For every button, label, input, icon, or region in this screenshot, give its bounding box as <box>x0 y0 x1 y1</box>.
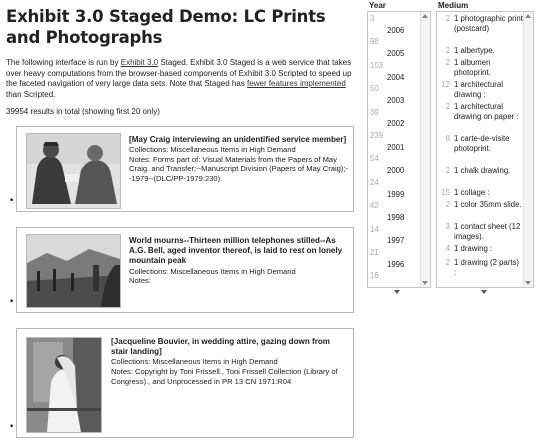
facet-value-count: 3 <box>370 14 375 23</box>
facet-value-label: 1 contact sheet (12 images). <box>454 222 521 241</box>
result-title[interactable]: [Jacqueline Bouvier, in wedding attire, … <box>111 337 349 357</box>
facet-value-label: 1 drawing : <box>454 244 493 253</box>
facet-value-count: 14 <box>370 224 379 234</box>
facet-value-label: 1 architectural drawing : <box>454 80 503 99</box>
facet-value-label: 1 albertype. <box>454 46 495 55</box>
facet-value-count: 2 <box>445 200 450 209</box>
result-thumbnail[interactable] <box>26 234 121 308</box>
scroll-up-icon[interactable] <box>422 14 428 18</box>
result-title[interactable]: World mourns--Thirteen million telephone… <box>129 236 349 267</box>
facet-value-count: 4 <box>445 244 450 253</box>
facet-value-count: 8 <box>445 134 450 143</box>
scroll-up-icon[interactable] <box>525 14 531 18</box>
facet-value-label: 1 architectural drawing on paper : <box>454 102 519 121</box>
facet-value-label: 2000 <box>387 166 405 176</box>
facet-value-label: 1 photographic print (postcard) <box>454 14 523 33</box>
facet-value-label: 1 collage : <box>454 188 490 197</box>
facet-value-count: 21 <box>370 248 379 257</box>
facet-value-label: 1996 <box>387 259 405 269</box>
facet-value-label: 1 chalk drawing. <box>454 166 511 175</box>
year-facet: Year 3 2006 98 2005 103 2004 50 2003 39 2002 239 20… <box>367 0 431 294</box>
facet-value-count: 239 <box>370 131 384 140</box>
intro-text: The following interface is run by <box>6 58 121 67</box>
facet-value-count: 12 <box>441 80 450 89</box>
facet-value-label: 2003 <box>387 95 405 105</box>
list-bullet: • <box>10 195 14 205</box>
fewer-features-link[interactable]: fewer features implemented <box>247 79 346 88</box>
facet-value-count: 2 <box>445 258 450 267</box>
medium-facet-list[interactable]: 2 1 photographic print (postcard) 2 1 alber… <box>436 11 534 288</box>
facet-value-label: 1 carte-de-visite photoprint. <box>454 134 510 153</box>
result-text: [Jacqueline Bouvier, in wedding attire, … <box>111 337 349 386</box>
year-facet-list[interactable]: 3 2006 98 2005 103 2004 50 2003 39 2002 239 2001 54 2… <box>367 11 431 288</box>
photo-thumbnail-icon <box>27 134 120 208</box>
facet-value-label: 2004 <box>387 72 405 82</box>
intro-paragraph: The following interface is run by Exhibi… <box>6 58 352 100</box>
facet-value-count: 3 <box>445 222 450 231</box>
page-title: Exhibit 3.0 Staged Demo: LC Prints and P… <box>6 7 326 47</box>
exhibit-link[interactable]: Exhibit 3.0 <box>121 58 158 67</box>
facet-value-count: 24 <box>370 177 379 187</box>
result-notes: Notes: Forms part of: Visual Materials f… <box>129 154 349 183</box>
facet-value-label: 2001 <box>387 142 405 152</box>
photo-thumbnail-icon <box>27 235 120 307</box>
year-facet-scrollbar[interactable] <box>420 12 430 287</box>
scroll-down-icon[interactable] <box>525 281 531 285</box>
list-bullet: • <box>10 421 14 431</box>
facet-value-count: 98 <box>370 37 379 47</box>
facet-value-count: 2 <box>445 166 450 175</box>
result-item[interactable]: • [May Craig interviewing an unidentifie… <box>10 126 354 212</box>
result-text: World mourns--Thirteen million telephone… <box>129 236 349 286</box>
scroll-down-icon[interactable] <box>422 281 428 285</box>
results-count: 39954 results in total (showing first 20… <box>6 107 160 116</box>
facet-value-label: 1999 <box>387 189 405 199</box>
facet-value-count: 2 <box>445 14 450 23</box>
result-thumbnail[interactable] <box>26 337 102 433</box>
facet-value-count: 54 <box>370 154 379 164</box>
result-collections: Collections: Miscellaneous Items in High… <box>129 266 296 276</box>
year-facet-label: Year <box>369 1 386 10</box>
photo-thumbnail-icon <box>27 338 101 432</box>
result-thumbnail[interactable] <box>26 133 121 209</box>
result-text: [May Craig interviewing an unidentified … <box>129 135 349 184</box>
main-content: Exhibit 3.0 Staged Demo: LC Prints and P… <box>6 6 354 438</box>
facet-value-count: 39 <box>370 107 379 117</box>
result-item[interactable]: • [Jacqueline Bouvier, in wedding attire… <box>10 328 354 438</box>
result-item[interactable]: • World mourns--Thirteen million telepho… <box>10 227 354 313</box>
facet-value-label: 2005 <box>387 49 405 59</box>
facet-value-count: 50 <box>370 84 379 94</box>
facet-value-count: 103 <box>370 60 384 70</box>
list-bullet: • <box>10 296 14 306</box>
facet-value-label: 1 drawing (2 parts) : <box>454 258 520 277</box>
facet-value-label: 1997 <box>387 236 405 246</box>
result-collections: Collections: Miscellaneous Items in High… <box>111 357 278 367</box>
result-collections: Collections: Miscellaneous Items in High… <box>129 145 296 155</box>
intro-text: than Scripted. <box>6 89 56 99</box>
medium-facet-scrollbar[interactable] <box>523 12 533 287</box>
facet-value-label: 2002 <box>387 119 405 129</box>
result-notes: Notes: <box>129 276 151 286</box>
facet-value-count: 42 <box>370 201 379 211</box>
facet-value-label: 1998 <box>387 212 405 222</box>
facet-value-label: 1 color 35mm slide. <box>454 200 522 209</box>
medium-facet: Medium 21 photographic print (postcard) 2… <box>436 0 534 294</box>
result-notes: Notes: Copyright by Toni Frissell., Toni… <box>111 367 338 386</box>
facet-value-count: 15 <box>441 188 450 197</box>
facet-value-count: 16 <box>370 271 379 281</box>
medium-facet-expand-icon[interactable] <box>481 290 487 294</box>
facet-value-count: 2 <box>445 102 450 111</box>
facet-value-count: 2 <box>445 58 450 67</box>
facet-value-label: 2006 <box>387 25 405 35</box>
facet-value-label: 1 albumen photoprint. <box>454 58 491 77</box>
result-title[interactable]: [May Craig interviewing an unidentified … <box>129 135 349 145</box>
medium-facet-label: Medium <box>438 1 469 10</box>
facet-value-count: 2 <box>445 46 450 55</box>
year-facet-expand-icon[interactable] <box>394 290 400 294</box>
